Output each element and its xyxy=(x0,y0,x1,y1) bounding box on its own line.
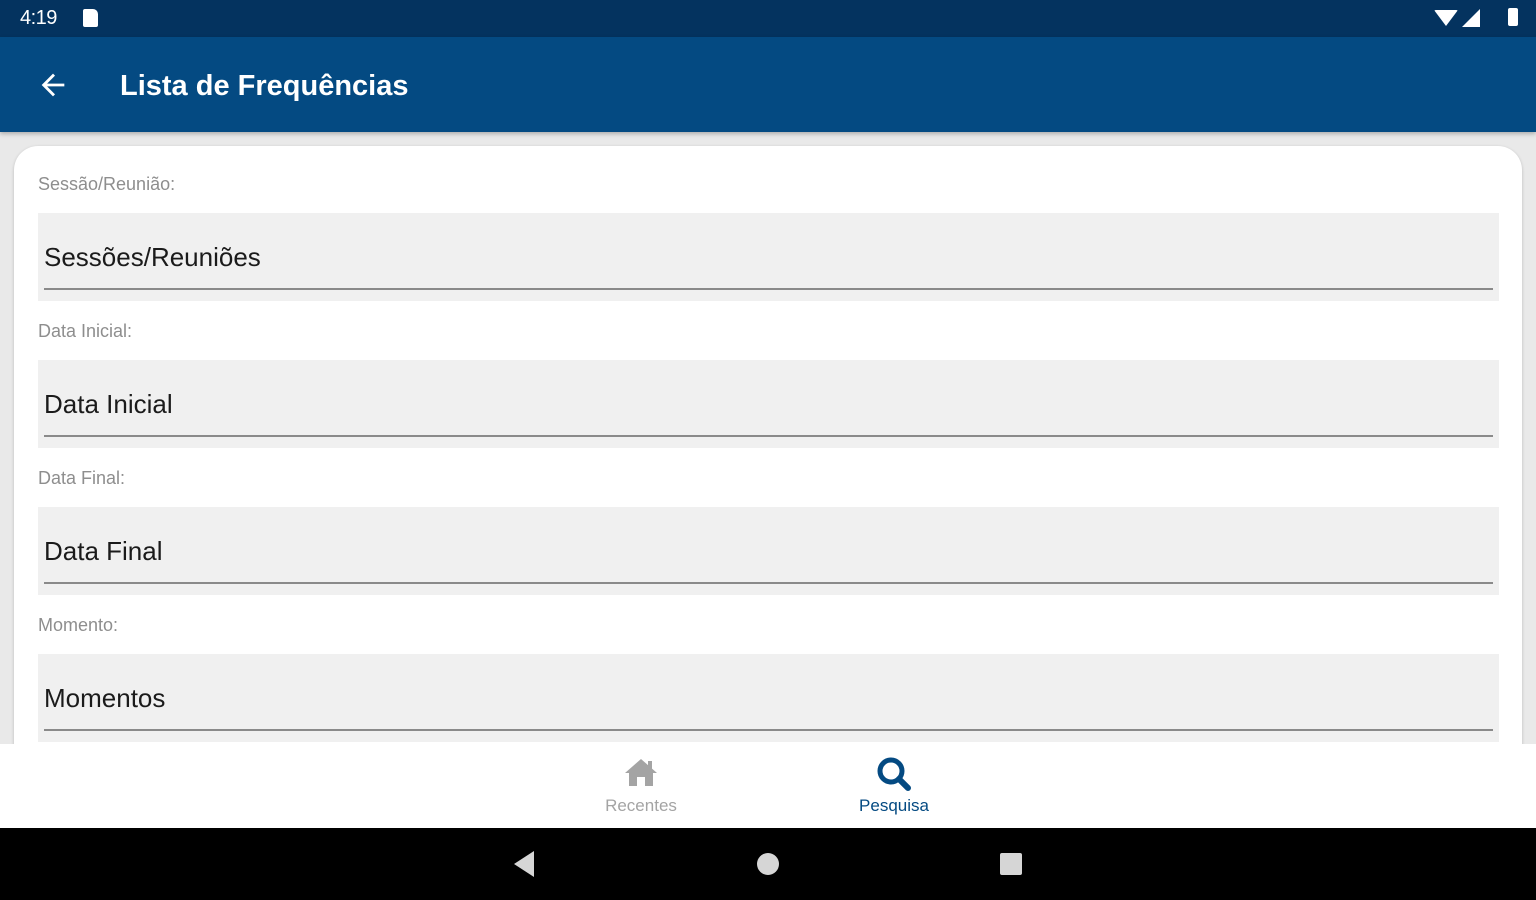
nav-item-pesquisa[interactable]: Pesquisa xyxy=(814,744,974,828)
session-select[interactable]: Sessões/Reuniões xyxy=(38,213,1499,301)
moment-select[interactable]: Momentos xyxy=(38,654,1499,742)
back-triangle-icon[interactable] xyxy=(514,851,534,877)
end-date-value: Data Final xyxy=(44,536,163,566)
recents-square-icon[interactable] xyxy=(1000,853,1022,875)
session-label: Sessão/Reunião: xyxy=(38,174,176,194)
moment-label: Momento: xyxy=(38,615,119,635)
search-icon xyxy=(877,757,911,791)
battery-icon xyxy=(1508,8,1518,26)
field-underline xyxy=(44,288,1493,290)
search-form-card: Sessão/Reunião: Sessões/Reuniões Data In… xyxy=(14,146,1522,766)
field-underline xyxy=(44,435,1493,437)
session-select-value: Sessões/Reuniões xyxy=(44,242,261,272)
nav-label-pesquisa: Pesquisa xyxy=(859,796,929,815)
field-underline xyxy=(44,582,1493,584)
bottom-navigation: Recentes Pesquisa xyxy=(0,744,1536,828)
nav-item-recentes[interactable]: Recentes xyxy=(561,744,721,828)
home-icon xyxy=(625,759,657,786)
start-date-value: Data Inicial xyxy=(44,389,173,419)
moment-select-value: Momentos xyxy=(44,683,166,713)
sd-card-icon xyxy=(83,9,98,27)
page-title: Lista de Frequências xyxy=(120,70,409,102)
status-time: 4:19 xyxy=(20,7,57,29)
status-bar: 4:19 xyxy=(0,0,1536,37)
end-date-field[interactable]: Data Final xyxy=(38,507,1499,595)
end-date-label: Data Final: xyxy=(38,468,126,488)
arrow-left-icon[interactable] xyxy=(36,68,70,102)
system-navigation-bar xyxy=(0,828,1536,900)
start-date-field[interactable]: Data Inicial xyxy=(38,360,1499,448)
home-circle-icon[interactable] xyxy=(757,853,779,875)
nav-label-recentes: Recentes xyxy=(605,796,677,815)
start-date-label: Data Inicial: xyxy=(38,321,133,341)
field-underline xyxy=(44,729,1493,731)
app-bar: Lista de Frequências xyxy=(0,37,1536,132)
wifi-icon xyxy=(1434,10,1458,26)
signal-icon xyxy=(1462,9,1480,27)
